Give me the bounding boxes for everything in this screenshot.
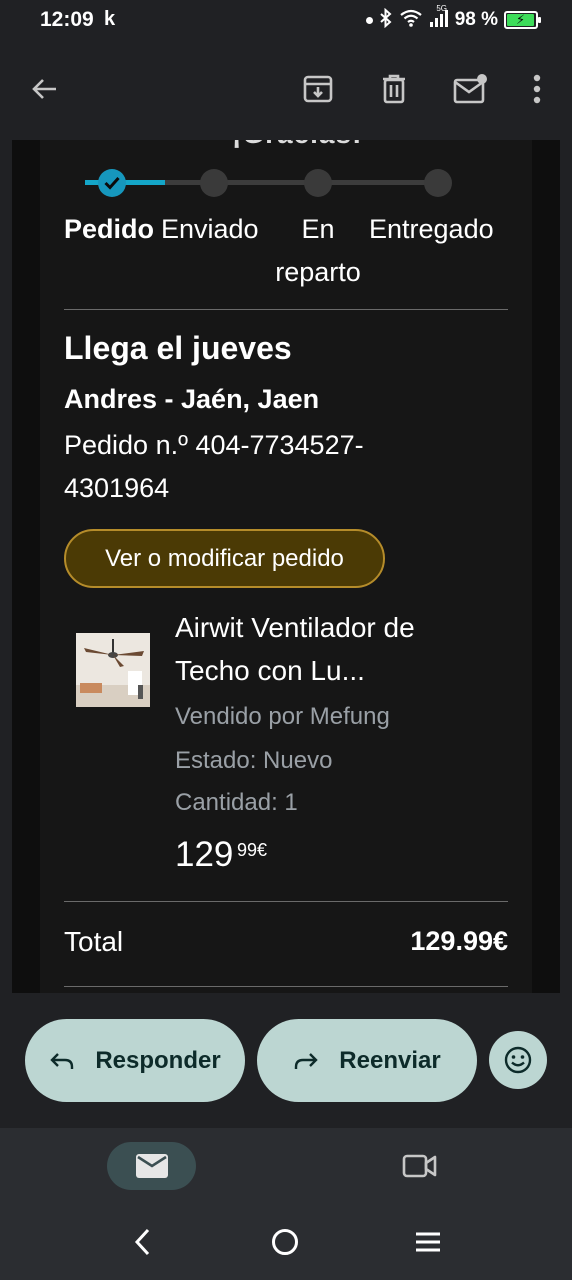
app-bar — [0, 40, 572, 140]
status-time: 12:09 — [40, 8, 94, 31]
step-label-enviado: Enviado — [161, 214, 259, 244]
video-icon — [402, 1154, 437, 1178]
view-order-button[interactable]: Ver o modificar pedido — [64, 529, 385, 588]
nav-meet-tab[interactable] — [396, 1146, 444, 1186]
status-icons: 98 % ⚡ — [365, 7, 541, 33]
more-vert-icon[interactable] — [520, 67, 554, 111]
mark-unread-icon[interactable] — [446, 67, 496, 111]
reply-icon — [50, 1052, 74, 1069]
step-dot-pedido — [98, 169, 126, 197]
step-label-pedido: Pedido — [64, 214, 155, 244]
step-label-entregado: Entregado — [369, 214, 494, 244]
divider-bottom — [64, 986, 508, 987]
forward-label: Reenviar — [339, 1046, 441, 1074]
forward-button[interactable]: Reenviar — [257, 1019, 477, 1102]
divider-middle — [64, 901, 508, 902]
system-navigation — [0, 1208, 572, 1280]
product-seller: Vendido por Mefung — [175, 703, 390, 730]
nav-mail-tab[interactable] — [107, 1142, 196, 1190]
back-icon[interactable] — [122, 1222, 162, 1262]
battery-charging-icon: ⚡ — [504, 11, 541, 29]
dot-icon — [365, 16, 373, 24]
product-price-fraction: 99€ — [237, 840, 268, 860]
smiley-icon — [504, 1046, 532, 1074]
product-condition: Estado: Nuevo — [175, 747, 333, 774]
reply-actions: Responder Reenviar — [0, 993, 572, 1128]
product-title[interactable]: Airwit Ventilador de Techo con Lu... — [175, 606, 475, 692]
carrier-glyph: k — [104, 8, 116, 30]
email-body: ¡Gracias! Pedido Enviado En reparto Entr… — [12, 140, 560, 993]
back-arrow-icon[interactable] — [22, 67, 66, 111]
product-image[interactable] — [76, 633, 150, 707]
step-dot-en-reparto — [304, 169, 332, 197]
step-label-en-reparto: En reparto — [275, 214, 361, 287]
cut-off-heading: ¡Gracias! — [232, 140, 362, 150]
bottom-navigation — [0, 1128, 572, 1208]
recents-icon[interactable] — [408, 1222, 448, 1262]
reply-button[interactable]: Responder — [25, 1019, 245, 1102]
bluetooth-icon — [379, 7, 393, 33]
home-icon[interactable] — [265, 1222, 305, 1262]
product-price: 129 — [175, 835, 234, 874]
shipping-address: Andres - Jaén, Jaen — [64, 384, 320, 414]
status-bar: 12:09 k 5G 98 % ⚡ — [0, 0, 572, 40]
reply-label: Responder — [95, 1046, 221, 1074]
product-quantity: Cantidad: 1 — [175, 789, 298, 816]
order-number: Pedido n.º 404-7734527-4301964 — [64, 430, 364, 503]
forward-icon — [295, 1052, 318, 1069]
battery-percent: 98 % — [454, 9, 498, 30]
signal-icon — [429, 8, 449, 33]
check-icon — [104, 176, 120, 190]
total-label: Total — [64, 926, 124, 957]
mail-icon — [135, 1154, 168, 1178]
archive-icon[interactable] — [296, 67, 340, 111]
wifi-icon — [399, 8, 423, 33]
emoji-reaction-button[interactable] — [489, 1031, 547, 1089]
step-dot-entregado — [424, 169, 452, 197]
divider-top — [64, 309, 508, 310]
total-value: 129.99€ — [410, 926, 508, 956]
delete-icon[interactable] — [372, 67, 416, 111]
step-dot-enviado — [200, 169, 228, 197]
arrival-text: Llega el jueves — [64, 330, 292, 366]
